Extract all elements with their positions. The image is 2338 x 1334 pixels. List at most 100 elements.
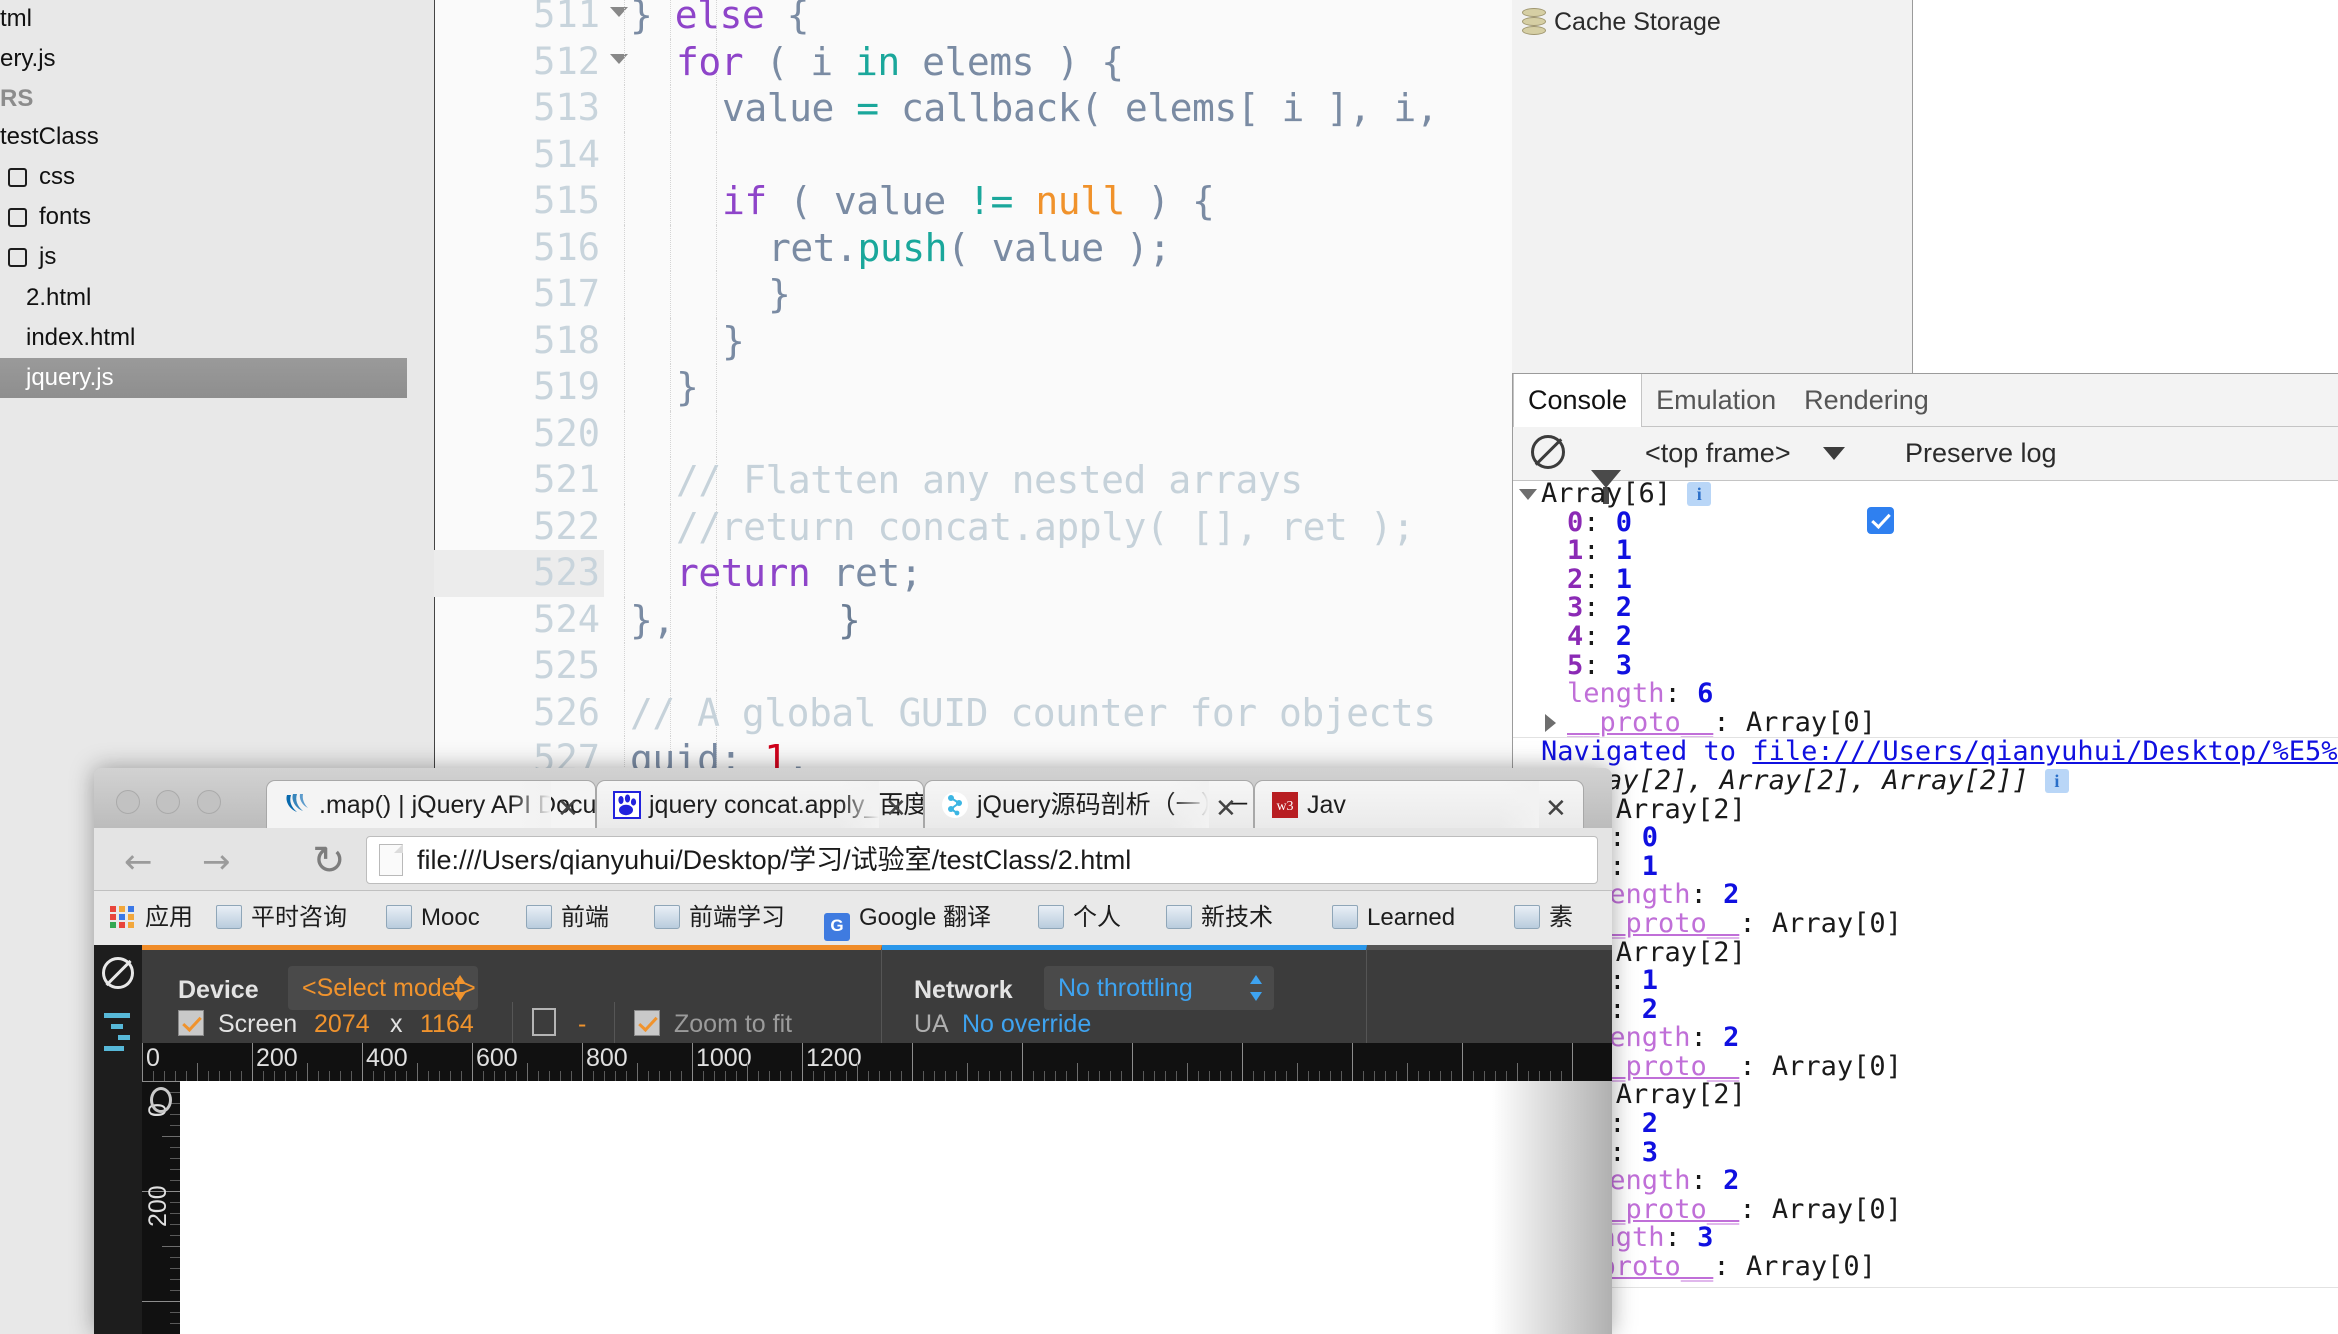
code-line[interactable]: 523 return ret;: [434, 550, 1512, 597]
address-bar-url[interactable]: file:///Users/qianyuhui/Desktop/学习/试验室/t…: [417, 837, 1131, 883]
bookmark-item[interactable]: 前端: [526, 891, 609, 945]
bookmark-item[interactable]: 素: [1514, 891, 1573, 945]
console-log-line[interactable]: Navigated to file:///Users/qianyuhui/Des…: [1513, 737, 2338, 767]
forward-arrow-icon[interactable]: →: [202, 842, 231, 882]
console-log-line[interactable]: 1: 3: [1513, 1138, 2338, 1168]
close-window-button[interactable]: [116, 790, 140, 814]
expand-triangle-closed-icon[interactable]: [1545, 713, 1556, 732]
close-tab-icon[interactable]: ✕: [885, 793, 907, 824]
file-tree-item[interactable]: RS: [0, 79, 407, 119]
device-section[interactable]: Device <Select model> Screen 2074 x 1164…: [142, 945, 882, 1046]
code-lines[interactable]: 511} else {512 for ( i in elems ) {513 val…: [434, 0, 1512, 783]
console-log-line[interactable]: __proto__: Array[0]: [1513, 1252, 2338, 1282]
close-tab-icon[interactable]: ✕: [557, 793, 579, 824]
console-toolbar[interactable]: <top frame> Preserve log: [1513, 427, 2338, 534]
bookmark-item[interactable]: 平时咨询: [216, 891, 347, 945]
screen-width-value[interactable]: 2074: [314, 1010, 370, 1039]
emulation-toolbar[interactable]: Device <Select model> Screen 2074 x 1164…: [142, 945, 1612, 1046]
console-panel[interactable]: Console Emulation Rendering <top frame> Pr…: [1512, 374, 2338, 1334]
code-line[interactable]: 515 if ( value != null ) {: [434, 178, 1512, 225]
disclosure-square-icon[interactable]: [8, 208, 27, 228]
console-log-line[interactable]: __proto__: Array[0]: [1513, 1195, 2338, 1225]
bookmark-item[interactable]: 前端学习: [654, 891, 785, 945]
console-log-line[interactable]: __proto__: Array[0]: [1513, 909, 2338, 939]
console-log-line[interactable]: length: 6: [1513, 679, 2338, 709]
bookmark-item[interactable]: Learned: [1332, 891, 1455, 945]
console-log-line[interactable]: length: 2: [1513, 881, 2338, 910]
devtools-device-emulation[interactable]: Device <Select model> Screen 2074 x 1164…: [94, 945, 1612, 1334]
browser-nav-bar[interactable]: ← → ↻ file:///Users/qianyuhui/Desktop/学习…: [94, 828, 1612, 891]
code-line[interactable]: 518}: [434, 317, 1512, 364]
console-log-line[interactable]: 2: Array[2]: [1513, 1081, 2338, 1110]
console-log-line[interactable]: Array[6] i: [1513, 480, 2338, 509]
console-log-line[interactable]: 4: 2: [1513, 622, 2338, 652]
console-log-line[interactable]: [Array[2], Array[2], Array[2]] i: [1513, 766, 2338, 796]
ua-override-value[interactable]: No override: [962, 1010, 1091, 1039]
bookmark-item[interactable]: G Google 翻译: [824, 891, 991, 945]
bookmark-item[interactable]: Mooc: [386, 891, 480, 945]
zoom-to-fit-checkbox[interactable]: [634, 1010, 660, 1036]
browser-tab[interactable]: w3 Jav ✕: [1254, 780, 1584, 828]
code-line[interactable]: 525: [434, 643, 1512, 690]
file-tree-item[interactable]: css: [0, 157, 407, 197]
browser-tab[interactable]: jQuery源码剖析（一）－－椆✕: [924, 780, 1254, 828]
code-line[interactable]: 513 value = callback( elems[ i ], i,: [434, 85, 1512, 132]
console-log-line[interactable]: 0: Array[2]: [1513, 795, 2338, 825]
stepper-arrows-icon-2[interactable]: [1250, 975, 1262, 1001]
screen-height-value[interactable]: 1164: [420, 1010, 474, 1039]
swap-dimensions-icon[interactable]: [532, 1008, 556, 1036]
chrome-browser-window[interactable]: .map() | jQuery API Docume✕jquery concat…: [94, 768, 1612, 1334]
bookmark-item[interactable]: 应用: [110, 891, 193, 945]
close-tab-icon[interactable]: ✕: [1215, 793, 1237, 824]
console-log-line[interactable]: 5: 3: [1513, 651, 2338, 681]
console-prompt[interactable]: [1513, 1287, 2338, 1334]
minimize-window-button[interactable]: [156, 790, 181, 814]
file-tree-item[interactable]: tml: [0, 0, 407, 39]
console-log-line[interactable]: __proto__: Array[0]: [1513, 708, 2338, 738]
file-tree-item[interactable]: index.html: [0, 318, 407, 358]
browser-tab[interactable]: jquery concat.apply_百度搜 ✕: [596, 780, 924, 828]
console-log-line[interactable]: length: 2: [1513, 1166, 2338, 1196]
code-line[interactable]: 526 // A global GUID counter for objects: [434, 689, 1512, 736]
code-line[interactable]: 517}: [434, 271, 1512, 318]
console-log-line[interactable]: 1: Array[2]: [1513, 938, 2338, 968]
code-line[interactable]: 512 for ( i in elems ) {: [434, 38, 1512, 85]
emulated-page-viewport[interactable]: [180, 1081, 1612, 1334]
code-line[interactable]: 524}},: [434, 596, 1512, 643]
console-tab-console[interactable]: Console: [1513, 374, 1643, 427]
code-line[interactable]: 521 // Flatten any nested arrays: [434, 457, 1512, 504]
clear-icon[interactable]: [102, 957, 134, 989]
console-tab-bar[interactable]: Console Emulation Rendering: [1513, 374, 2338, 427]
reload-icon[interactable]: ↻: [312, 838, 346, 884]
resources-list[interactable]: Cache Storage: [1512, 0, 1912, 44]
console-log-line[interactable]: 1: 2: [1513, 995, 2338, 1025]
screen-checkbox[interactable]: [178, 1010, 204, 1036]
info-badge-icon[interactable]: i: [1687, 482, 1712, 506]
code-line[interactable]: 516 ret.push( value );: [434, 224, 1512, 271]
frame-selector-label[interactable]: <top frame>: [1645, 435, 1791, 472]
console-log-line[interactable]: 1: 1: [1513, 852, 2338, 882]
chevron-down-icon[interactable]: [1823, 447, 1845, 460]
code-line[interactable]: 519}: [434, 364, 1512, 411]
bookmark-item[interactable]: 个人: [1038, 891, 1121, 945]
disclosure-square-icon[interactable]: [8, 248, 27, 268]
network-throttling-select[interactable]: No throttling: [1044, 966, 1274, 1010]
close-tab-icon[interactable]: ✕: [1545, 793, 1567, 824]
network-section[interactable]: Network No throttling UA No override: [882, 945, 1367, 1043]
console-tab-emulation[interactable]: Emulation: [1642, 374, 1790, 426]
browser-tab-strip[interactable]: .map() | jQuery API Docume✕jquery concat…: [94, 768, 1612, 828]
disclosure-square-icon[interactable]: [8, 167, 27, 187]
code-line[interactable]: 514: [434, 131, 1512, 178]
console-log-line[interactable]: 0: 2: [1513, 1109, 2338, 1139]
file-tree-item[interactable]: testClass: [0, 117, 407, 157]
zoom-window-button[interactable]: [196, 790, 221, 814]
browser-tab[interactable]: .map() | jQuery API Docume✕: [266, 780, 596, 828]
file-tree-item[interactable]: fonts: [0, 197, 407, 237]
window-controls[interactable]: [116, 790, 233, 819]
console-tab-rendering[interactable]: Rendering: [1790, 374, 1943, 426]
console-log-line[interactable]: 1: 1: [1513, 536, 2338, 566]
resource-tree-item[interactable]: Cache Storage: [1512, 0, 1912, 44]
device-model-select[interactable]: <Select model>: [288, 966, 478, 1010]
file-tree-item[interactable]: 2.html: [0, 278, 407, 318]
code-line[interactable]: 520: [434, 410, 1512, 457]
